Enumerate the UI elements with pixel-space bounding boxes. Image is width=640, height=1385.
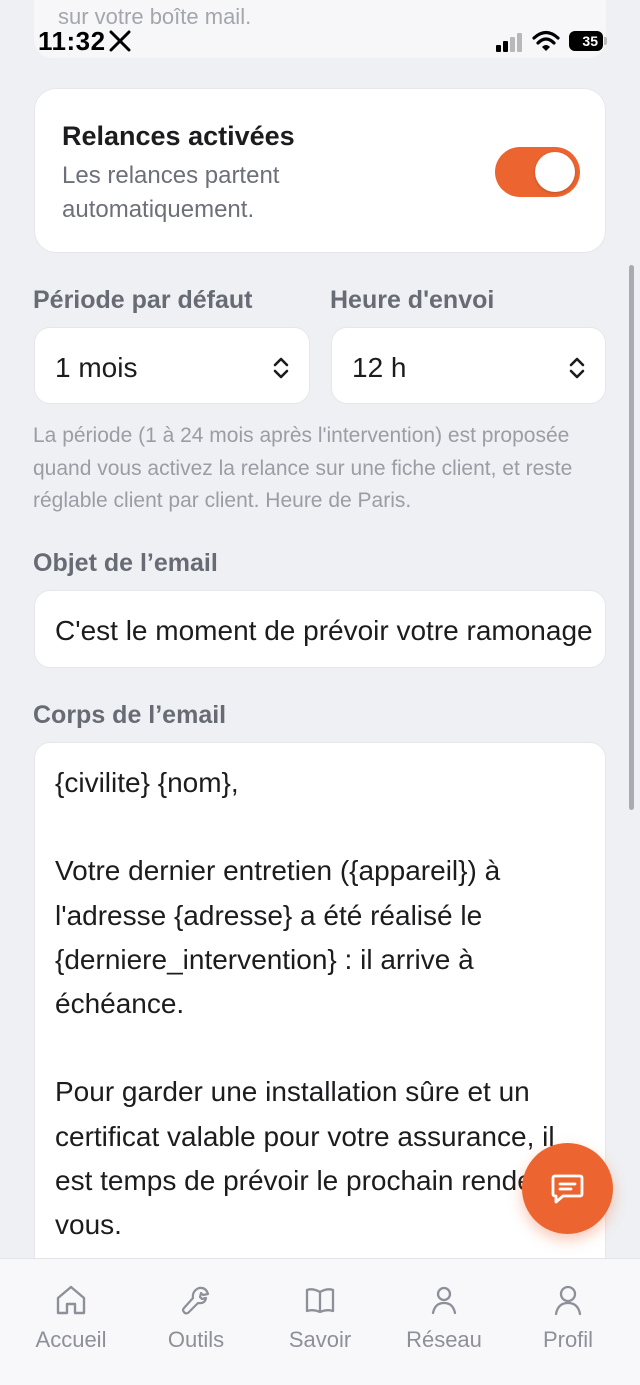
wifi-icon xyxy=(532,30,560,57)
tab-label: Réseau xyxy=(406,1327,482,1352)
tab-profil[interactable]: Profil xyxy=(504,1259,632,1385)
tab-savoir[interactable]: Savoir xyxy=(256,1259,384,1385)
body-label: Corps de l’email xyxy=(33,701,227,729)
reminders-card: Relances activées Les relances partent a… xyxy=(34,88,606,253)
period-value: 1 mois xyxy=(55,352,138,383)
body-textarea[interactable]: {civilite} {nom}, Votre dernier entretie… xyxy=(34,742,606,1302)
cellular-signal-icon xyxy=(496,32,524,57)
period-select[interactable]: 1 mois xyxy=(34,327,310,404)
tab-label: Savoir xyxy=(288,1327,352,1352)
period-label: Période par défaut xyxy=(33,286,253,314)
hour-select[interactable]: 12 h xyxy=(331,327,606,404)
home-icon xyxy=(54,1283,88,1322)
tab-label: Profil xyxy=(542,1327,594,1352)
bottom-tab-bar: Accueil Outils Savoir Réseau Profil xyxy=(0,1258,640,1385)
scrollbar[interactable] xyxy=(629,265,634,810)
tab-label: Accueil xyxy=(35,1327,107,1352)
tab-reseau[interactable]: Réseau xyxy=(380,1259,508,1385)
network-icon xyxy=(427,1283,461,1322)
hour-value: 12 h xyxy=(352,352,407,383)
battery-indicator: 35 xyxy=(569,31,607,51)
tools-icon xyxy=(107,28,133,59)
tab-outils[interactable]: Outils xyxy=(132,1259,260,1385)
status-bar: 11:32 35 xyxy=(0,20,640,62)
reminders-description: Les relances partent automatiquement. xyxy=(62,162,280,223)
book-icon xyxy=(303,1283,337,1322)
reminders-toggle[interactable] xyxy=(495,147,580,197)
status-time: 11:32 xyxy=(38,26,106,56)
subject-value: C'est le moment de prévoir votre ramonag… xyxy=(55,615,593,646)
subject-label: Objet de l’email xyxy=(33,549,218,577)
tab-accueil[interactable]: Accueil xyxy=(7,1259,135,1385)
reminders-title: Relances activées xyxy=(62,121,295,151)
toggle-knob xyxy=(535,152,575,192)
tab-label: Outils xyxy=(167,1327,225,1352)
user-icon xyxy=(551,1283,585,1322)
subject-input[interactable]: C'est le moment de prévoir votre ramonag… xyxy=(34,590,606,668)
chevron-up-down-icon xyxy=(271,355,291,386)
chevron-up-down-icon xyxy=(567,355,587,386)
body-value: {civilite} {nom}, Votre dernier entretie… xyxy=(55,767,557,1241)
period-help-text: La période (1 à 24 mois après l'interven… xyxy=(33,424,573,512)
wrench-icon xyxy=(179,1283,213,1322)
hour-label: Heure d'envoi xyxy=(330,286,495,314)
chat-icon xyxy=(551,1174,584,1204)
chat-button[interactable] xyxy=(522,1143,613,1234)
